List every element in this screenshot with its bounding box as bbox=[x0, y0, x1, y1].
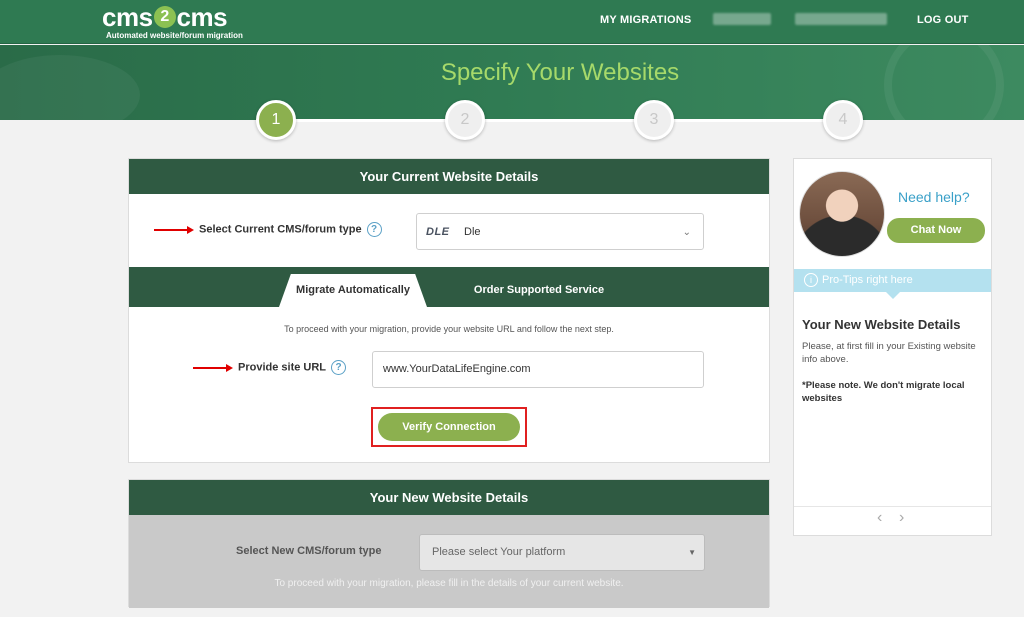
annotation-highlight-box: Verify Connection bbox=[371, 407, 527, 447]
step-4: 4 bbox=[823, 100, 863, 140]
current-cms-value: Dle bbox=[464, 226, 481, 238]
nav-redacted-item-2[interactable] bbox=[795, 13, 887, 25]
tips-notch bbox=[886, 292, 900, 299]
url-hint-text: To proceed with your migration, provide … bbox=[284, 324, 614, 334]
info-icon: i bbox=[804, 273, 818, 288]
nav-log-out[interactable]: LOG OUT bbox=[917, 0, 969, 40]
annotation-arrow-cms bbox=[154, 226, 194, 234]
logo-tagline: Automated website/forum migration bbox=[106, 31, 243, 40]
pro-tips-bar: i Pro-Tips right here bbox=[794, 269, 991, 292]
current-cms-label: Select Current CMS/forum type? bbox=[199, 222, 382, 237]
need-help-title: Need help? bbox=[898, 189, 970, 205]
logo-text-left: cms bbox=[102, 2, 153, 32]
annotation-arrow-url bbox=[193, 364, 233, 372]
dle-logo-icon: DLE bbox=[426, 226, 450, 238]
steps-progress-line bbox=[276, 119, 842, 122]
tab-order-supported-service[interactable]: Order Supported Service bbox=[459, 274, 619, 307]
tip-title: Your New Website Details bbox=[802, 317, 961, 332]
site-url-input[interactable]: www.YourDataLifeEngine.com bbox=[372, 351, 704, 388]
chat-now-button[interactable]: Chat Now bbox=[887, 218, 985, 243]
verify-connection-button[interactable]: Verify Connection bbox=[378, 413, 520, 441]
step-2: 2 bbox=[445, 100, 485, 140]
new-cms-placeholder: Please select Your platform bbox=[432, 546, 566, 558]
page-title: Specify Your Websites bbox=[440, 59, 680, 86]
logo-two-icon: 2 bbox=[153, 6, 176, 28]
nav-my-migrations[interactable]: MY MIGRATIONS bbox=[600, 0, 691, 40]
chevron-right-icon[interactable]: › bbox=[899, 509, 904, 527]
new-website-panel: Your New Website Details Select New CMS/… bbox=[128, 479, 770, 608]
new-cms-label: Select New CMS/forum type bbox=[236, 545, 382, 557]
help-icon[interactable]: ? bbox=[331, 360, 347, 375]
cms2cms-logo[interactable]: cms 2 cms Automated website/forum migrat… bbox=[102, 4, 243, 40]
nav-redacted-item-1[interactable] bbox=[713, 13, 771, 25]
page-banner: Specify Your Websites bbox=[0, 45, 1024, 120]
new-website-hint: To proceed with your migration, please f… bbox=[274, 578, 624, 589]
site-url-label: Provide site URL? bbox=[238, 360, 347, 375]
support-agent-avatar bbox=[799, 171, 885, 257]
logo-text-right: cms bbox=[176, 2, 228, 32]
migration-tabs: Migrate Automatically Order Supported Se… bbox=[129, 267, 769, 307]
step-3: 3 bbox=[634, 100, 674, 140]
current-cms-select[interactable]: DLE Dle ⌄ bbox=[416, 213, 704, 250]
current-website-heading: Your Current Website Details bbox=[129, 159, 769, 194]
sidebar-divider bbox=[794, 506, 991, 507]
chevron-down-icon: ⌄ bbox=[682, 227, 691, 238]
help-icon[interactable]: ? bbox=[366, 222, 382, 237]
tip-note: *Please note. We don't migrate local web… bbox=[802, 380, 965, 404]
help-sidebar: Need help? Chat Now i Pro-Tips right here… bbox=[793, 158, 992, 536]
new-cms-select[interactable]: Please select Your platform ▼ bbox=[419, 534, 705, 571]
caret-down-icon: ▼ bbox=[688, 548, 696, 557]
tab-migrate-automatically[interactable]: Migrate Automatically bbox=[279, 274, 427, 307]
chevron-left-icon[interactable]: ‹ bbox=[877, 509, 882, 527]
new-website-body-disabled: Select New CMS/forum type Please select … bbox=[129, 515, 769, 608]
top-navigation-bar: cms 2 cms Automated website/forum migrat… bbox=[0, 0, 1024, 44]
step-1: 1 bbox=[256, 100, 296, 140]
current-website-panel: Your Current Website Details Select Curr… bbox=[128, 158, 770, 463]
new-website-heading: Your New Website Details bbox=[129, 480, 769, 515]
tip-text: Please, at first fill in your Existing w… bbox=[802, 341, 976, 365]
